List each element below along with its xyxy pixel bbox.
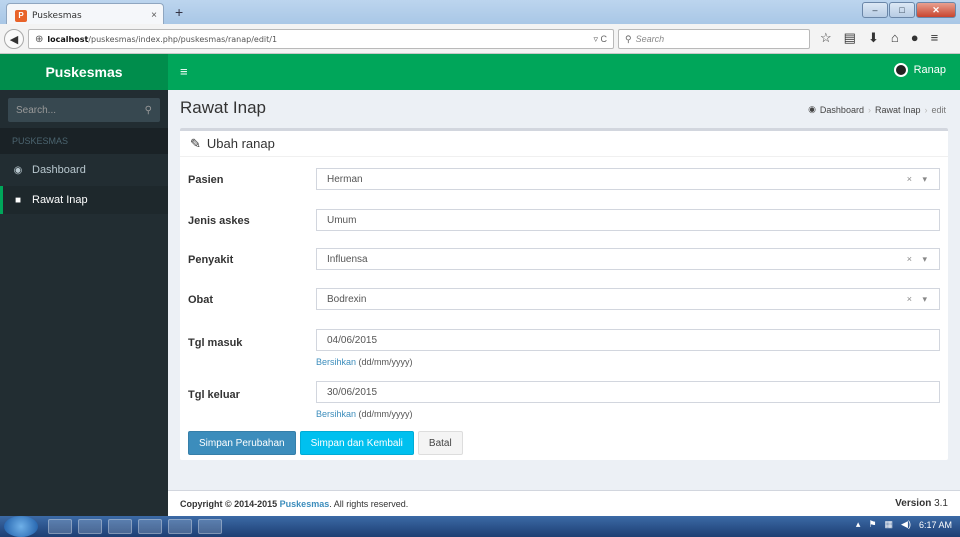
breadcrumb-separator: › xyxy=(924,104,928,115)
globe-icon: ⊕ xyxy=(35,33,44,45)
system-tray: ▴ ⚑ ▦ ◀) 6:17 AM xyxy=(856,519,952,530)
user-name: Ranap xyxy=(913,64,946,76)
tgl-keluar-help: Bersihkan (dd/mm/yyyy) xyxy=(316,409,413,419)
sidebar-item-rawat-inap[interactable]: ■ Rawat Inap xyxy=(0,186,168,214)
breadcrumb-rawat-inap[interactable]: Rawat Inap xyxy=(875,105,921,115)
taskbar-firefox-icon[interactable] xyxy=(108,519,132,534)
new-tab-button[interactable]: + xyxy=(175,4,183,20)
menu-icon[interactable]: ≡ xyxy=(931,30,939,46)
tab-title: Puskesmas xyxy=(32,10,82,21)
footer-brand-link[interactable]: Puskesmas xyxy=(280,499,330,509)
sidebar-toggle-icon[interactable]: ≡ xyxy=(180,64,188,79)
sidebar-item-dashboard[interactable]: ◉ Dashboard xyxy=(0,156,168,184)
clear-tgl-masuk-link[interactable]: Bersihkan xyxy=(316,357,356,367)
taskbar-chrome-icon[interactable] xyxy=(48,519,72,534)
footer: Copyright © 2014-2015 Puskesmas. All rig… xyxy=(168,490,960,516)
url-text: localhost/puskesmas/index.php/puskesmas/… xyxy=(47,34,278,44)
sidebar-item-label: Rawat Inap xyxy=(32,194,88,206)
copyright-text: Copyright © 2014-2015 Puskesmas. All rig… xyxy=(180,498,409,509)
windows-taskbar: ▴ ⚑ ▦ ◀) 6:17 AM xyxy=(0,516,960,537)
tgl-masuk-label: Tgl masuk xyxy=(188,337,243,349)
save-button[interactable]: Simpan Perubahan xyxy=(188,431,296,455)
breadcrumb: ◉ Dashboard › Rawat Inap › edit xyxy=(808,104,946,115)
dashboard-icon: ◉ xyxy=(13,164,23,176)
form-box-header: ✎ Ubah ranap xyxy=(180,131,948,157)
app-logo[interactable]: Puskesmas xyxy=(0,54,168,90)
dashboard-icon: ◉ xyxy=(808,104,816,114)
tray-arrow-icon[interactable]: ▴ xyxy=(856,519,861,530)
select-clear-dropdown-icon[interactable]: × ▾ xyxy=(907,294,931,305)
search-icon[interactable]: ⚲ xyxy=(145,105,152,116)
admin-app: Puskesmas ≡ Ranap Search... ⚲ PUSKESMAS … xyxy=(0,54,960,516)
tgl-keluar-input[interactable]: 30/06/2015 xyxy=(316,381,940,403)
jenis-askes-label: Jenis askes xyxy=(188,215,250,227)
breadcrumb-edit: edit xyxy=(931,104,946,115)
home-icon[interactable]: ⌂ xyxy=(891,30,899,46)
tgl-keluar-label: Tgl keluar xyxy=(188,389,240,401)
back-button[interactable]: ◀ xyxy=(4,29,24,49)
browser-navbar: ◀ ⊕ localhost/puskesmas/index.php/puskes… xyxy=(0,24,960,54)
maximize-button[interactable]: □ xyxy=(889,2,915,18)
select-clear-dropdown-icon[interactable]: × ▾ xyxy=(907,174,931,185)
browser-search-placeholder: Search xyxy=(635,34,665,44)
clock[interactable]: 6:17 AM xyxy=(919,520,952,530)
version-text: Version 3.1 xyxy=(895,498,948,509)
tgl-masuk-input[interactable]: 04/06/2015 xyxy=(316,329,940,351)
user-menu[interactable]: Ranap xyxy=(893,63,946,77)
cancel-button[interactable]: Batal xyxy=(417,431,463,455)
browser-toolbar-icons: ☆ ▤ ⬇ ⌂ ● ≡ xyxy=(820,30,938,46)
volume-icon[interactable]: ◀) xyxy=(901,519,911,530)
taskbar-app-icon[interactable] xyxy=(78,519,102,534)
tgl-masuk-help: Bersihkan (dd/mm/yyyy) xyxy=(316,357,413,367)
browser-search-input[interactable]: ⚲ Search xyxy=(618,29,810,49)
browser-tabbar: P Puskesmas × + – □ ✕ xyxy=(0,0,960,24)
form-box: ✎ Ubah ranap Pasien Herman × ▾ Jenis ask… xyxy=(180,128,948,460)
taskbar-app-icon[interactable] xyxy=(168,519,192,534)
taskbar-app-icon[interactable] xyxy=(138,519,162,534)
obat-select[interactable]: Bodrexin × ▾ xyxy=(316,288,940,310)
pasien-label: Pasien xyxy=(188,174,224,186)
search-icon: ⚲ xyxy=(625,33,632,44)
sidebar-section-header: PUSKESMAS xyxy=(0,128,168,154)
briefcase-icon: ■ xyxy=(14,194,22,206)
clear-tgl-keluar-link[interactable]: Bersihkan xyxy=(316,409,356,419)
window-controls: – □ ✕ xyxy=(862,2,956,18)
tab-close-icon[interactable]: × xyxy=(151,10,157,21)
penyakit-select[interactable]: Influensa × ▾ xyxy=(316,248,940,270)
close-window-button[interactable]: ✕ xyxy=(916,2,956,18)
start-button[interactable] xyxy=(4,516,38,537)
flag-icon[interactable]: ⚑ xyxy=(868,519,876,530)
form-title: Ubah ranap xyxy=(206,136,275,151)
breadcrumb-dashboard[interactable]: Dashboard xyxy=(820,105,864,115)
taskbar-items xyxy=(48,519,222,534)
form-actions: Simpan Perubahan Simpan dan Kembali Bata… xyxy=(188,431,463,455)
network-icon[interactable]: ▦ xyxy=(885,519,894,530)
sidebar: Search... ⚲ PUSKESMAS ◉ Dashboard ■ Rawa… xyxy=(0,90,168,516)
app-header: ≡ Ranap xyxy=(168,54,960,90)
download-icon[interactable]: ⬇ xyxy=(868,30,879,46)
sidebar-search-placeholder: Search... xyxy=(16,104,57,116)
bookmark-star-icon[interactable]: ☆ xyxy=(820,30,832,46)
select-clear-dropdown-icon[interactable]: × ▾ xyxy=(907,254,931,265)
address-bar[interactable]: ⊕ localhost/puskesmas/index.php/puskesma… xyxy=(28,29,614,49)
sidebar-item-label: Dashboard xyxy=(32,164,86,176)
pencil-icon: ✎ xyxy=(190,135,201,151)
minimize-button[interactable]: – xyxy=(862,2,888,18)
sidebar-search-input[interactable]: Search... ⚲ xyxy=(8,98,160,122)
content-wrapper: Rawat Inap ◉ Dashboard › Rawat Inap › ed… xyxy=(168,90,960,516)
chat-icon[interactable]: ● xyxy=(911,30,919,46)
user-avatar xyxy=(893,63,908,77)
taskbar-folder-icon[interactable] xyxy=(198,519,222,534)
penyakit-label: Penyakit xyxy=(188,254,234,266)
jenis-askes-input[interactable]: Umum xyxy=(316,209,940,231)
breadcrumb-separator: › xyxy=(867,104,871,115)
obat-label: Obat xyxy=(188,294,214,306)
save-and-back-button[interactable]: Simpan dan Kembali xyxy=(299,431,414,455)
pasien-select[interactable]: Herman × ▾ xyxy=(316,168,940,190)
reading-list-icon[interactable]: ▤ xyxy=(844,30,856,46)
puskesmas-favicon-icon: P xyxy=(15,9,27,22)
page-title: Rawat Inap xyxy=(180,98,266,117)
reload-icon[interactable]: ▿ C xyxy=(593,34,607,45)
browser-tab[interactable]: P Puskesmas × xyxy=(6,3,164,24)
